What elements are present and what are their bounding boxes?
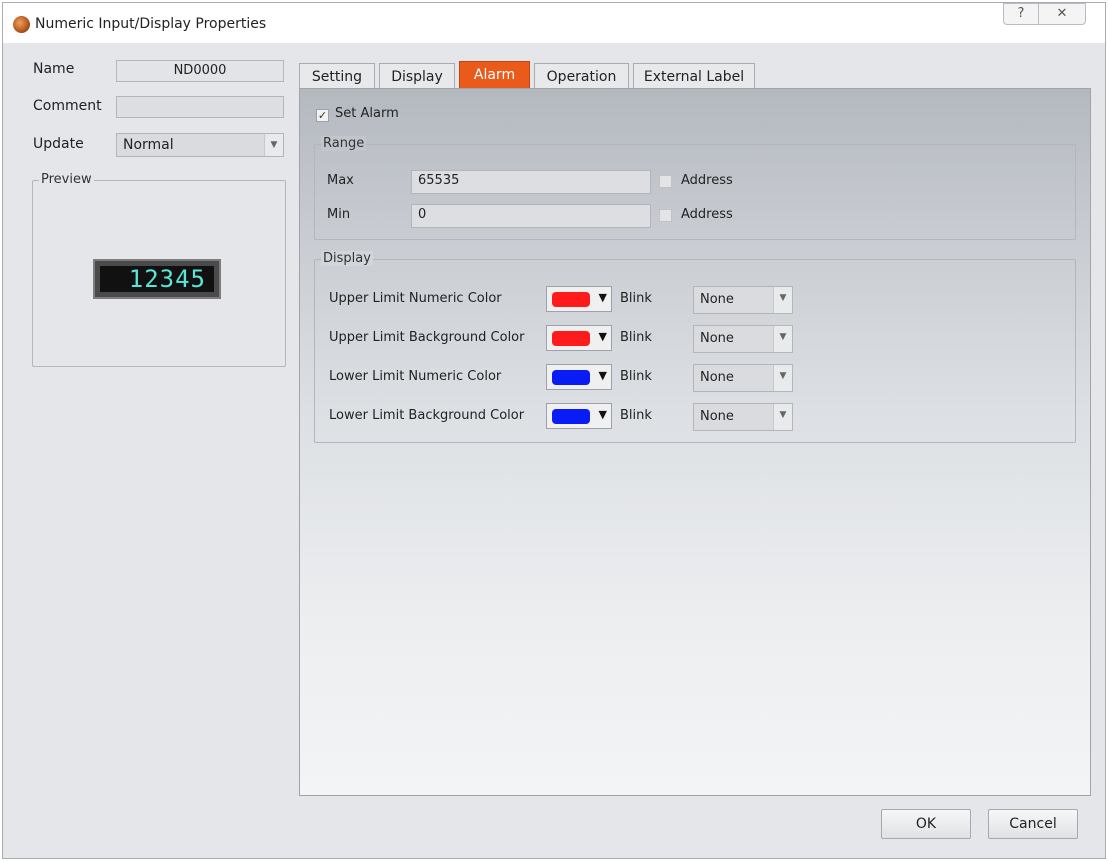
lower-numeric-blink-select[interactable]: None ▼ <box>693 364 793 392</box>
lower-background-blink-select[interactable]: None ▼ <box>693 403 793 431</box>
preview-group-title: Preview <box>39 172 94 187</box>
tab-alarm[interactable]: Alarm <box>459 61 530 89</box>
lower-background-color-label: Lower Limit Background Color <box>329 408 525 423</box>
blink-value: None <box>700 409 734 424</box>
tab-external-label[interactable]: External Label <box>633 63 755 89</box>
range-group: Range Max 65535 Address Min 0 Address <box>314 136 1076 240</box>
blink-label: Blink <box>620 330 652 345</box>
display-group-title: Display <box>321 251 373 266</box>
min-label: Min <box>327 207 351 222</box>
comment-label: Comment <box>33 98 102 114</box>
update-select[interactable]: Normal ▼ <box>116 133 284 157</box>
tab-display[interactable]: Display <box>379 63 455 89</box>
upper-background-blink-select[interactable]: None ▼ <box>693 325 793 353</box>
set-alarm-label: Set Alarm <box>335 106 399 121</box>
caret-down-icon: ▼ <box>598 408 607 421</box>
color-swatch <box>552 370 590 385</box>
update-select-value: Normal <box>123 137 174 153</box>
lower-numeric-color-button[interactable]: ▼ <box>546 364 612 390</box>
lower-numeric-color-label: Lower Limit Numeric Color <box>329 369 502 384</box>
chevron-down-icon: ▼ <box>773 404 792 430</box>
set-alarm-checkbox[interactable]: ✓ <box>316 109 329 122</box>
lower-background-color-button[interactable]: ▼ <box>546 403 612 429</box>
alarm-panel: ✓ Set Alarm Range Max 65535 Address Min … <box>299 88 1091 796</box>
max-field[interactable]: 65535 <box>411 170 651 194</box>
ok-button[interactable]: OK <box>881 809 971 839</box>
tab-setting[interactable]: Setting <box>299 63 375 89</box>
chevron-down-icon: ▼ <box>773 365 792 391</box>
cancel-button[interactable]: Cancel <box>988 809 1078 839</box>
display-group: Display Upper Limit Numeric Color ▼ Blin… <box>314 251 1076 443</box>
app-icon <box>13 16 30 33</box>
update-label: Update <box>33 136 84 152</box>
upper-background-color-label: Upper Limit Background Color <box>329 330 525 345</box>
help-button[interactable]: ? <box>1003 3 1039 25</box>
min-field[interactable]: 0 <box>411 204 651 228</box>
chevron-down-icon: ▼ <box>773 326 792 352</box>
close-button[interactable]: ✕ <box>1038 3 1086 25</box>
tab-operation[interactable]: Operation <box>534 63 629 89</box>
comment-field[interactable] <box>116 96 284 118</box>
preview-group: Preview 12345 <box>32 172 286 367</box>
upper-numeric-color-label: Upper Limit Numeric Color <box>329 291 502 306</box>
upper-background-color-button[interactable]: ▼ <box>546 325 612 351</box>
max-address-checkbox[interactable] <box>659 175 672 188</box>
blink-label: Blink <box>620 369 652 384</box>
window-title: Numeric Input/Display Properties <box>35 16 267 32</box>
blink-label: Blink <box>620 408 652 423</box>
title-bar: Numeric Input/Display Properties ? ✕ <box>3 3 1105 43</box>
blink-value: None <box>700 292 734 307</box>
upper-numeric-blink-select[interactable]: None ▼ <box>693 286 793 314</box>
blink-label: Blink <box>620 291 652 306</box>
color-swatch <box>552 409 590 424</box>
caret-down-icon: ▼ <box>598 291 607 304</box>
caret-down-icon: ▼ <box>598 369 607 382</box>
min-address-label: Address <box>681 207 733 222</box>
upper-numeric-color-button[interactable]: ▼ <box>546 286 612 312</box>
max-address-label: Address <box>681 173 733 188</box>
color-swatch <box>552 331 590 346</box>
chevron-down-icon: ▼ <box>264 134 283 156</box>
caret-down-icon: ▼ <box>598 330 607 343</box>
preview-digits: 12345 <box>100 266 214 292</box>
color-swatch <box>552 292 590 307</box>
properties-dialog: Numeric Input/Display Properties ? ✕ Nam… <box>2 2 1106 859</box>
chevron-down-icon: ▼ <box>773 287 792 313</box>
name-field[interactable]: ND0000 <box>116 60 284 82</box>
range-group-title: Range <box>321 136 367 151</box>
blink-value: None <box>700 370 734 385</box>
min-address-checkbox[interactable] <box>659 209 672 222</box>
preview-display: 12345 <box>93 259 221 299</box>
blink-value: None <box>700 331 734 346</box>
name-label: Name <box>33 61 75 77</box>
max-label: Max <box>327 173 354 188</box>
